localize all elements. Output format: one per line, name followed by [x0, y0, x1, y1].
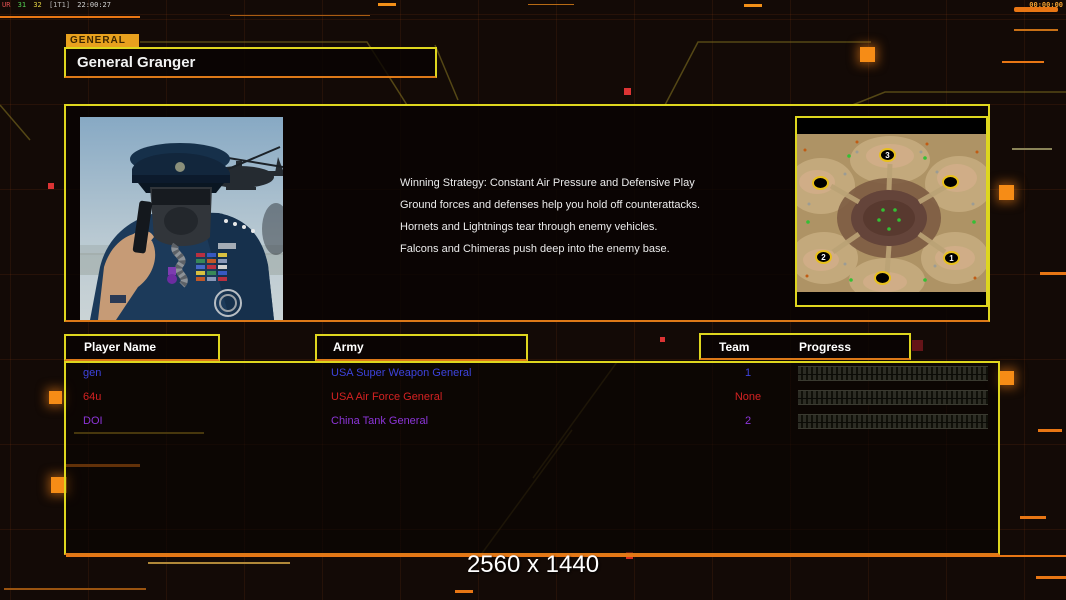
deco-square: [999, 185, 1014, 200]
load-progress-bar: [798, 390, 988, 405]
deco-dash: [1038, 429, 1062, 432]
fps-overlay-segment: [1T1]: [48, 1, 71, 9]
player-name: 64u: [83, 391, 102, 403]
general-portrait: [80, 117, 290, 320]
column-header-player-name: Player Name: [64, 334, 220, 361]
map-spawn-unnumbered: [812, 176, 829, 190]
deco-dash: [1040, 272, 1066, 275]
strategy-text: Winning Strategy: Constant Air Pressure …: [400, 178, 700, 266]
player-name: gen: [83, 367, 102, 379]
deco-dash: [1012, 148, 1052, 150]
general-name-box: General Granger: [64, 47, 437, 78]
player-name: DOI: [83, 415, 103, 427]
strategy-line: Hornets and Lightnings tear through enem…: [400, 221, 658, 233]
player-army: USA Air Force General: [331, 391, 443, 403]
deco-square: [48, 183, 54, 189]
strategy-line: Falcons and Chimeras push deep into the …: [400, 243, 670, 255]
general-tab-label: GENERAL: [66, 34, 139, 47]
strategy-line: Winning Strategy: Constant Air Pressure …: [400, 177, 695, 189]
deco-square: [49, 391, 62, 404]
deco-square: [1000, 371, 1014, 385]
generals-loading-screen: UR 31 32 [1T1] 22:00:27 00:00:00 GENERAL…: [0, 0, 1066, 600]
map-spawn-2: 2: [815, 250, 832, 264]
general-portrait-art: [80, 117, 290, 320]
deco-dash: [455, 590, 473, 593]
deco-dash: [230, 15, 370, 16]
player-row: gen USA Super Weapon General 1: [66, 366, 998, 382]
player-team: 1: [744, 367, 752, 379]
load-progress-bar: [798, 414, 988, 429]
load-progress-bar: [798, 366, 988, 381]
deco-square: [624, 88, 631, 95]
player-row: DOI China Tank General 2: [66, 414, 998, 430]
deco-dash: [528, 4, 574, 5]
fps-overlay: UR 31 32 [1T1] 22:00:27: [2, 1, 114, 9]
deco-dash: [744, 4, 762, 7]
deco-dash: [1002, 61, 1044, 63]
map-spawn-unnumbered: [874, 271, 891, 285]
deco-square: [860, 47, 875, 62]
fps-overlay-segment: 31: [17, 1, 27, 9]
fps-overlay-segment: 32: [33, 1, 42, 9]
map-spawn-3: 3: [879, 148, 896, 162]
column-header-team: Team: [719, 340, 750, 354]
deco-dash: [378, 3, 396, 6]
deco-dash: [1014, 29, 1058, 31]
deco-dash: [1020, 516, 1046, 519]
column-header-army: Army: [315, 334, 528, 361]
map-spawn-1: 1: [943, 251, 960, 265]
map-preview: 3 2 1: [787, 116, 993, 307]
player-row: 64u USA Air Force General None: [66, 390, 998, 406]
player-army: USA Super Weapon General: [331, 367, 472, 379]
player-army: China Tank General: [331, 415, 429, 427]
game-timer: 00:00:00: [1029, 1, 1063, 9]
resolution-label: 2560 x 1440: [466, 551, 600, 578]
map-terrain: 3 2 1: [787, 134, 993, 302]
fps-overlay-segment: UR: [2, 1, 11, 9]
strategy-line: Ground forces and defenses help you hold…: [400, 199, 701, 211]
deco-dash: [0, 16, 140, 18]
deco-square: [912, 340, 923, 351]
map-spawn-unnumbered: [942, 175, 959, 189]
column-header-team-progress: Team Progress: [699, 333, 911, 360]
player-team: None: [734, 391, 762, 403]
deco-dash: [4, 588, 146, 590]
column-header-progress: Progress: [799, 340, 852, 354]
player-list-panel: gen USA Super Weapon General 1 64u USA A…: [64, 361, 1000, 555]
deco-square: [660, 337, 665, 342]
player-team: 2: [744, 415, 752, 427]
fps-overlay-segment: 22:00:27: [77, 1, 111, 9]
